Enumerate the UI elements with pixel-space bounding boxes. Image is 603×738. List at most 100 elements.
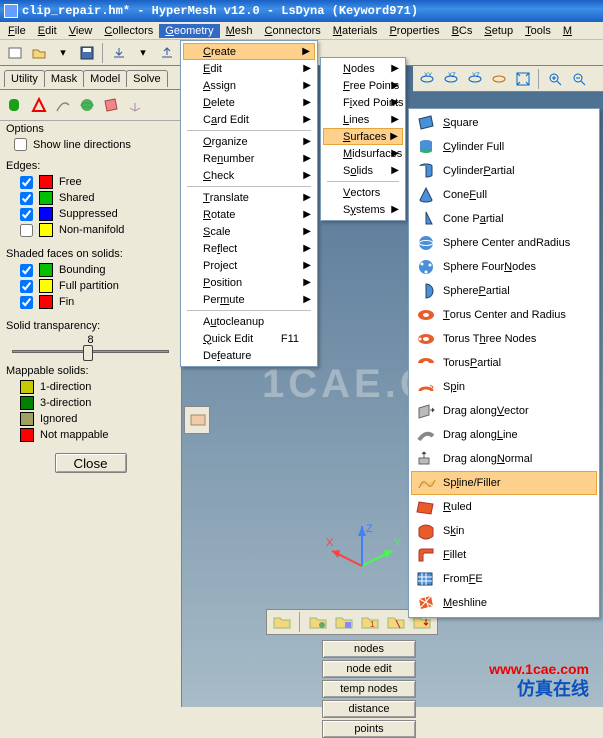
mi-card-edit[interactable]: Card Edit▶ [183, 111, 315, 128]
menu-view[interactable]: View [63, 24, 99, 38]
panel-distance[interactable]: distance [322, 700, 416, 718]
menu-materials[interactable]: Materials [327, 24, 384, 38]
chk-suppressed[interactable] [20, 208, 33, 221]
zoom-in-icon[interactable] [544, 68, 566, 90]
mi-sphere-center-and-radius[interactable]: Sphere Center and Radius [411, 231, 597, 255]
menu-mesh[interactable]: Mesh [220, 24, 259, 38]
menu-bcs[interactable]: BCs [446, 24, 479, 38]
mi-cylinder-partial[interactable]: Cylinder Partial [411, 159, 597, 183]
open-icon[interactable] [28, 42, 50, 64]
mi-free-points[interactable]: Free Points▶ [323, 77, 403, 94]
mi-translate[interactable]: Translate▶ [183, 189, 315, 206]
mi-drag-along-normal[interactable]: Drag along Normal [411, 447, 597, 471]
mi-fixed-points[interactable]: Fixed Points▶ [323, 94, 403, 111]
mi-spin[interactable]: Spin [411, 375, 597, 399]
mi-scale[interactable]: Scale▶ [183, 223, 315, 240]
mi-cone-full[interactable]: Cone Full [411, 183, 597, 207]
transparency-slider[interactable] [12, 350, 169, 353]
mi-cylinder-full[interactable]: Cylinder Full [411, 135, 597, 159]
sphere-icon[interactable] [78, 96, 96, 114]
tb-icon[interactable]: ▾ [52, 42, 74, 64]
chk-full partition[interactable] [20, 280, 33, 293]
tab-utility[interactable]: Utility [4, 70, 45, 87]
mi-create[interactable]: Create▶ [183, 43, 315, 60]
chk-bounding[interactable] [20, 264, 33, 277]
rotate-yz-icon[interactable]: YZ [464, 68, 486, 90]
mi-torus-center-and-radius[interactable]: Torus Center and Radius [411, 303, 597, 327]
axis-icon[interactable] [126, 96, 144, 114]
menu-setup[interactable]: Setup [478, 24, 519, 38]
rotate-xz-icon[interactable]: XZ [440, 68, 462, 90]
fit-icon[interactable] [512, 68, 534, 90]
mi-assign[interactable]: Assign▶ [183, 77, 315, 94]
mi-autocleanup[interactable]: Autocleanup [183, 313, 315, 330]
mi-systems[interactable]: Systems▶ [323, 201, 403, 218]
mi-nodes[interactable]: Nodes▶ [323, 60, 403, 77]
mi-torus-partial[interactable]: Torus Partial [411, 351, 597, 375]
mi-quick-edit[interactable]: Quick EditF11 [183, 330, 315, 347]
folder-icon[interactable] [385, 611, 407, 633]
curve-icon[interactable] [54, 96, 72, 114]
menu-m[interactable]: M [557, 24, 578, 38]
mi-drag-along-line[interactable]: Drag along Line [411, 423, 597, 447]
mi-cone-partial[interactable]: Cone Partial [411, 207, 597, 231]
chk-non-manifold[interactable] [20, 224, 33, 237]
folder-icon[interactable] [333, 611, 355, 633]
folder-icon[interactable]: 1 [359, 611, 381, 633]
mi-sphere-partial[interactable]: Sphere Partial [411, 279, 597, 303]
mi-fillet[interactable]: Fillet [411, 543, 597, 567]
mi-spline-filler[interactable]: Spline/Filler [411, 471, 597, 495]
panel-temp-nodes[interactable]: temp nodes [322, 680, 416, 698]
menu-properties[interactable]: Properties [383, 24, 445, 38]
mi-from-fe[interactable]: From FE [411, 567, 597, 591]
mi-midsurfaces[interactable]: Midsurfaces▶ [323, 145, 403, 162]
mi-check[interactable]: Check▶ [183, 167, 315, 184]
folder-icon[interactable] [307, 611, 329, 633]
panel-nodes[interactable]: nodes [322, 640, 416, 658]
menu-geometry[interactable]: Geometry [159, 24, 219, 38]
mi-reflect[interactable]: Reflect▶ [183, 240, 315, 257]
mi-drag-along-vector[interactable]: Drag along Vector [411, 399, 597, 423]
mi-torus-three-nodes[interactable]: Torus Three Nodes [411, 327, 597, 351]
rotate-xy-icon[interactable]: XY [416, 68, 438, 90]
rev-icon[interactable] [488, 68, 510, 90]
show-line-dirs-checkbox[interactable] [14, 138, 27, 151]
zoom-out-icon[interactable] [568, 68, 590, 90]
mi-meshline[interactable]: Meshline [411, 591, 597, 615]
mi-delete[interactable]: Delete▶ [183, 94, 315, 111]
mi-surfaces[interactable]: Surfaces▶ [323, 128, 403, 145]
mi-square[interactable]: Square [411, 111, 597, 135]
export-icon[interactable] [156, 42, 178, 64]
menu-tools[interactable]: Tools [519, 24, 557, 38]
solid-icon[interactable] [6, 96, 24, 114]
folder-icon[interactable] [271, 611, 293, 633]
mi-organize[interactable]: Organize▶ [183, 133, 315, 150]
tab-solve[interactable]: Solve [126, 70, 168, 87]
mi-sphere-four-nodes[interactable]: Sphere Four Nodes [411, 255, 597, 279]
panel-node-edit[interactable]: node edit [322, 660, 416, 678]
chk-fin[interactable] [20, 296, 33, 309]
mi-solids[interactable]: Solids▶ [323, 162, 403, 179]
tb-icon[interactable]: ▾ [132, 42, 154, 64]
mi-permute[interactable]: Permute▶ [183, 291, 315, 308]
mi-ruled[interactable]: Ruled [411, 495, 597, 519]
triangle-icon[interactable] [30, 96, 48, 114]
mi-rotate[interactable]: Rotate▶ [183, 206, 315, 223]
menu-edit[interactable]: Edit [32, 24, 63, 38]
import-icon[interactable] [108, 42, 130, 64]
mi-position[interactable]: Position▶ [183, 274, 315, 291]
chk-shared[interactable] [20, 192, 33, 205]
tab-mask[interactable]: Mask [44, 70, 84, 87]
mi-lines[interactable]: Lines▶ [323, 111, 403, 128]
surf-icon[interactable] [102, 96, 120, 114]
tb-icon[interactable] [4, 42, 26, 64]
menu-collectors[interactable]: Collectors [98, 24, 159, 38]
mi-defeature[interactable]: Defeature [183, 347, 315, 364]
menu-connectors[interactable]: Connectors [259, 24, 327, 38]
mi-project[interactable]: Project▶ [183, 257, 315, 274]
close-button[interactable]: Close [55, 453, 127, 473]
tab-model[interactable]: Model [83, 70, 127, 87]
mi-renumber[interactable]: Renumber▶ [183, 150, 315, 167]
save-icon[interactable] [76, 42, 98, 64]
chk-free[interactable] [20, 176, 33, 189]
